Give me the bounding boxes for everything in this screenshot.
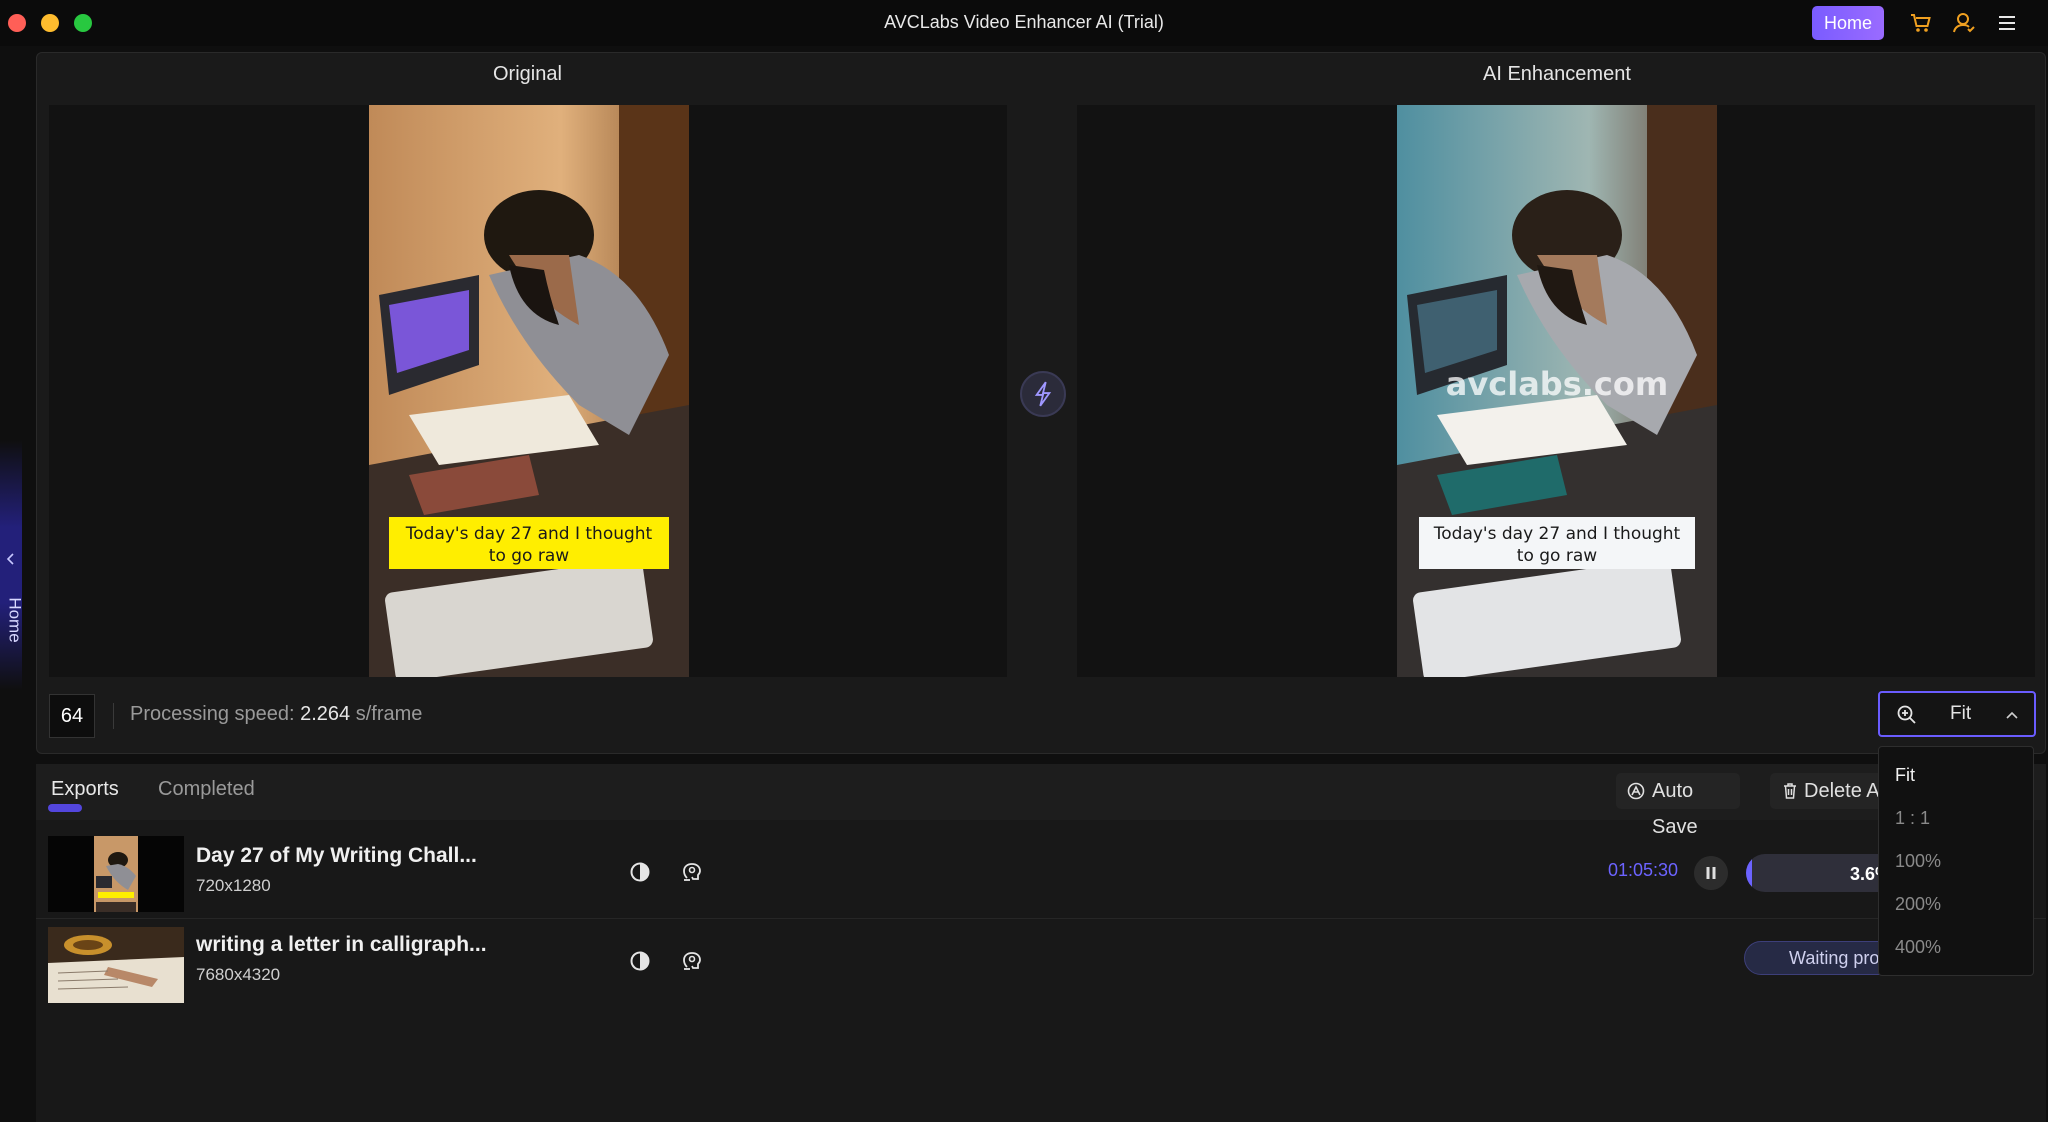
zoom-option-400[interactable]: 400% bbox=[1895, 937, 1941, 958]
ai-model-icon[interactable] bbox=[678, 947, 706, 975]
speed-unit: s/frame bbox=[355, 703, 423, 725]
video-name: Day 27 of My Writing Chall... bbox=[196, 844, 477, 867]
enhanced-preview: avclabs.com Today's day 27 and I thought… bbox=[1077, 105, 2035, 677]
enhanced-video-frame: avclabs.com Today's day 27 and I thought… bbox=[1397, 105, 1717, 677]
watermark-text: avclabs.com bbox=[1446, 365, 1668, 403]
video-name: writing a letter in calligraph... bbox=[196, 933, 487, 956]
original-video-frame: Today's day 27 and I thought to go raw bbox=[369, 105, 689, 677]
home-button[interactable]: Home bbox=[1812, 6, 1884, 40]
export-row[interactable]: Day 27 of My Writing Chall... 720x1280 0… bbox=[36, 830, 2046, 918]
divider bbox=[113, 703, 114, 729]
speed-label: Processing speed: bbox=[130, 703, 295, 725]
enhanced-caption-line1: Today's day 27 and I thought bbox=[1433, 524, 1681, 544]
compare-toggle-button[interactable] bbox=[1020, 371, 1066, 417]
enhanced-caption-line2: to go raw bbox=[1517, 546, 1597, 566]
speed-value: 2.264 bbox=[300, 703, 351, 725]
home-side-tab[interactable]: Home bbox=[0, 440, 25, 690]
zoom-option-1to1[interactable]: 1 : 1 bbox=[1895, 808, 1930, 829]
frame-counter: 64 bbox=[49, 694, 95, 738]
auto-save-button[interactable]: Auto Save bbox=[1616, 773, 1740, 838]
video-resolution: 720x1280 bbox=[196, 876, 271, 895]
zoom-option-fit[interactable]: Fit bbox=[1895, 765, 1915, 786]
app-window: AVCLabs Video Enhancer AI (Trial) Home H… bbox=[0, 0, 2048, 1122]
preview-panel: Original AI Enhancement Today's day 27 a… bbox=[36, 52, 2046, 754]
home-side-label: Home bbox=[5, 597, 25, 643]
title-bar: AVCLabs Video Enhancer AI (Trial) Home bbox=[0, 0, 2048, 46]
zoom-dropdown-menu: Fit 1 : 1 100% 200% 400% bbox=[1878, 746, 2034, 976]
original-preview: Today's day 27 and I thought to go raw bbox=[49, 105, 1007, 677]
delete-all-label: Delete All bbox=[1804, 780, 1889, 802]
hamburger-menu-icon[interactable] bbox=[1994, 10, 2020, 36]
account-icon[interactable] bbox=[1951, 10, 1977, 36]
processing-speed: Processing speed: 2.264 s/frame bbox=[130, 703, 422, 726]
original-caption-line1: Today's day 27 and I thought bbox=[405, 524, 653, 544]
exports-panel: Exports Completed Auto Save Delete All D… bbox=[36, 764, 2046, 1122]
active-tab-indicator bbox=[48, 804, 82, 812]
original-title: Original bbox=[493, 63, 562, 85]
ai-model-icon[interactable] bbox=[678, 858, 706, 886]
tab-completed[interactable]: Completed bbox=[158, 778, 255, 801]
tab-exports[interactable]: Exports bbox=[51, 778, 119, 801]
chevron-left-icon bbox=[6, 553, 14, 565]
pause-button[interactable] bbox=[1694, 856, 1728, 890]
zoom-select[interactable]: Fit bbox=[1878, 691, 2036, 737]
ai-enhancement-title: AI Enhancement bbox=[1483, 63, 1631, 85]
window-title: AVCLabs Video Enhancer AI (Trial) bbox=[884, 12, 1164, 32]
zoom-option-200[interactable]: 200% bbox=[1895, 894, 1941, 915]
contrast-icon[interactable] bbox=[626, 947, 654, 975]
auto-save-icon bbox=[1627, 782, 1645, 800]
zoom-in-icon bbox=[1897, 705, 1916, 724]
remaining-time: 01:05:30 bbox=[1608, 860, 1679, 880]
chevron-up-icon bbox=[2006, 711, 2018, 719]
zoom-option-100[interactable]: 100% bbox=[1895, 851, 1941, 872]
original-caption-line2: to go raw bbox=[489, 546, 569, 566]
progress-fill bbox=[1746, 854, 1753, 892]
video-thumbnail bbox=[48, 836, 184, 912]
exports-tabs-bar: Exports Completed Auto Save Delete All bbox=[36, 764, 2046, 838]
export-row[interactable]: writing a letter in calligraph... 7680x4… bbox=[36, 918, 2046, 1006]
contrast-icon[interactable] bbox=[626, 858, 654, 886]
trash-icon bbox=[1784, 783, 1796, 799]
zoom-value: Fit bbox=[1950, 703, 1972, 724]
video-resolution: 7680x4320 bbox=[196, 965, 281, 984]
video-thumbnail bbox=[48, 927, 184, 1003]
cart-icon[interactable] bbox=[1908, 10, 1934, 36]
